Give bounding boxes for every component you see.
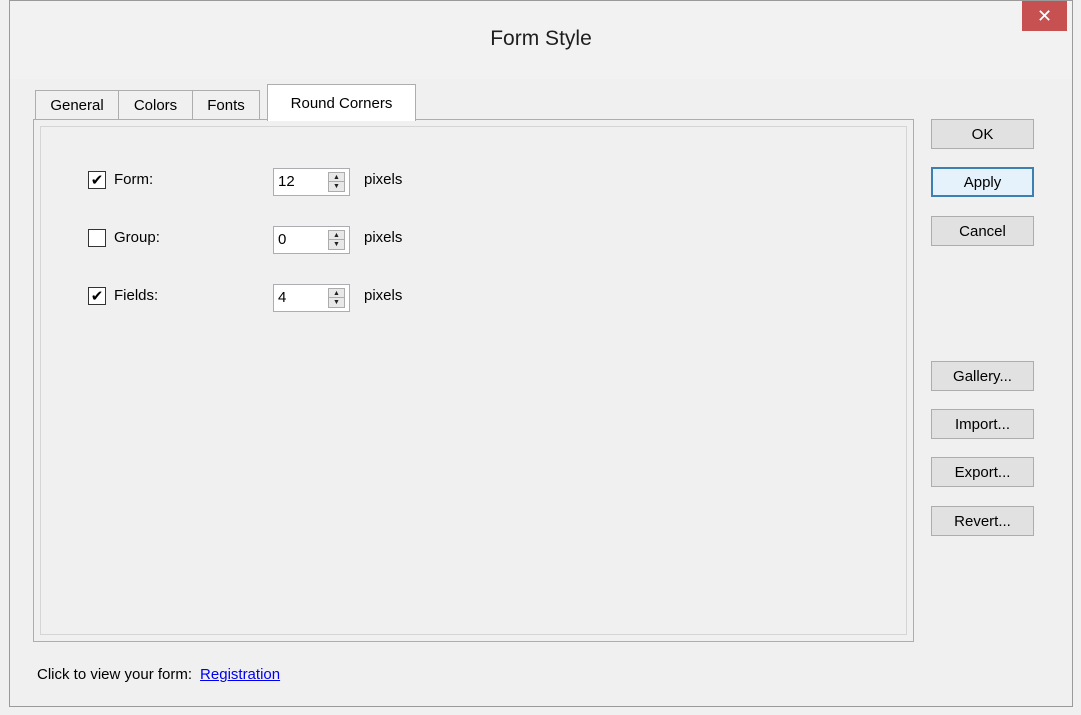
tab-label: Round Corners [290,94,393,112]
fields-label: Fields: [114,287,159,304]
title-bar: Form Style ✕ [10,1,1072,79]
export-button[interactable]: Export... [931,457,1034,487]
spin-up-icon[interactable]: ▲ [329,231,344,240]
spin-down-icon[interactable]: ▼ [329,182,344,191]
checkmark-icon: ✔ [90,287,104,305]
checkmark-icon: ✔ [90,171,104,189]
gallery-label: Gallery... [953,367,1012,385]
tab-label: General [50,97,104,114]
group-radius-spinner[interactable]: 0 ▲ ▼ [273,226,350,254]
group-radius-value[interactable]: 0 [278,231,286,248]
group-checkbox[interactable] [88,229,106,247]
gallery-button[interactable]: Gallery... [931,361,1034,391]
ok-label: OK [971,125,994,143]
revert-label: Revert... [954,512,1011,530]
tab-label: Colors [133,97,178,114]
spin-up-icon[interactable]: ▲ [329,289,344,298]
spin-down-icon[interactable]: ▼ [329,298,344,307]
tab-label: Fonts [207,97,245,114]
revert-button[interactable]: Revert... [931,506,1034,536]
close-icon: ✕ [1036,5,1053,26]
round-corners-panel [33,119,914,642]
panel-frame [40,126,907,635]
export-label: Export... [954,463,1011,481]
apply-button[interactable]: Apply [931,167,1034,197]
ok-button[interactable]: OK [931,119,1034,149]
group-unit-label: pixels [364,229,403,246]
spinner-buttons: ▲ ▼ [328,230,345,250]
fields-unit-label: pixels [364,287,403,304]
cancel-button[interactable]: Cancel [931,216,1034,246]
close-button[interactable]: ✕ [1022,1,1067,31]
dialog-title: Form Style [490,27,592,50]
fields-radius-spinner[interactable]: 4 ▲ ▼ [273,284,350,312]
footer: Click to view your form: Registration [37,666,280,683]
cancel-label: Cancel [959,222,1006,240]
form-unit-label: pixels [364,171,403,188]
spinner-buttons: ▲ ▼ [328,172,345,192]
spin-down-icon[interactable]: ▼ [329,240,344,249]
tab-round-corners[interactable]: Round Corners [267,84,416,121]
tab-fonts[interactable]: Fonts [192,90,260,120]
tab-general[interactable]: General [35,90,119,120]
form-label: Form: [114,171,154,188]
spin-up-icon[interactable]: ▲ [329,173,344,182]
fields-checkbox[interactable]: ✔ [88,287,106,305]
form-radius-spinner[interactable]: 12 ▲ ▼ [273,168,350,196]
footer-prompt: Click to view your form: [37,666,193,683]
form-checkbox[interactable]: ✔ [88,171,106,189]
import-button[interactable]: Import... [931,409,1034,439]
import-label: Import... [954,415,1010,433]
spinner-buttons: ▲ ▼ [328,288,345,308]
apply-label: Apply [963,173,1002,191]
registration-link[interactable]: Registration [200,666,280,683]
tab-colors[interactable]: Colors [118,90,193,120]
fields-radius-value[interactable]: 4 [278,289,286,306]
group-label: Group: [114,229,160,246]
form-radius-value[interactable]: 12 [278,173,295,190]
